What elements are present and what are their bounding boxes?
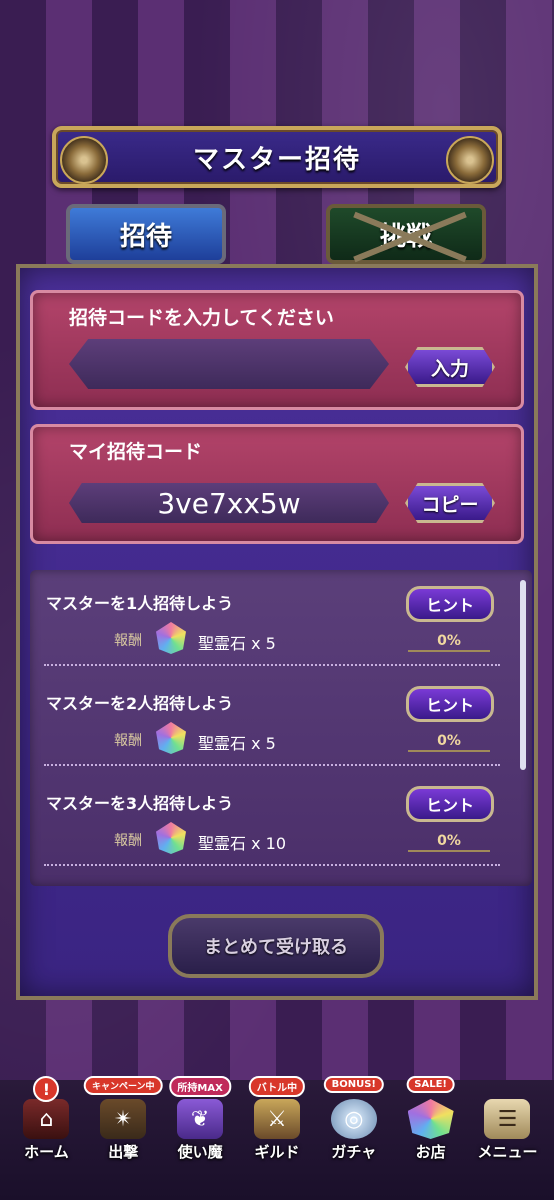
mission-title: マスターを3人招待しよう (46, 794, 234, 813)
nav-familiar[interactable]: 所持MAX ❦ 使い魔 (165, 1076, 235, 1162)
nav-label: メニュー (477, 1143, 538, 1161)
familiar-icon: ❦ (177, 1099, 224, 1139)
rose-ornament-icon (60, 136, 108, 184)
mission-title: マスターを1人招待しよう (46, 594, 234, 613)
campaign-badge: キャンペーン中 (83, 1076, 163, 1095)
nav-label: 使い魔 (177, 1143, 223, 1161)
page-title: マスター招待 (192, 144, 361, 175)
invite-code-label: 招待コードを入力してください (69, 307, 334, 329)
invite-code-box: 招待コードを入力してください 入力 (30, 290, 524, 410)
my-code-box: マイ招待コード 3ve7xx5w コピー (30, 424, 524, 544)
shop-icon (407, 1099, 454, 1139)
reward-label: 報酬 (114, 633, 142, 649)
divider (44, 764, 500, 766)
guild-icon: ⚔ (253, 1099, 300, 1139)
home-icon: ⌂ (23, 1099, 70, 1139)
progress-value: 0% (408, 632, 490, 652)
spirit-stone-icon (156, 622, 186, 654)
nav-label: ギルド (254, 1143, 300, 1161)
bonus-badge: BONUS! (323, 1076, 384, 1093)
spirit-stone-icon (156, 722, 186, 754)
rose-ornament-icon (446, 136, 494, 184)
nav-guild[interactable]: バトル中 ⚔ ギルド (242, 1076, 312, 1162)
list-item: マスターを3人招待しよう 報酬 聖霊石 x 10 ヒント 0% (44, 770, 500, 866)
nav-shop[interactable]: SALE! お店 (396, 1076, 466, 1162)
progress-value: 0% (408, 732, 490, 752)
book-icon: ✴ (100, 1099, 147, 1139)
collect-all-button[interactable]: まとめて受け取る (168, 914, 384, 978)
nav-home[interactable]: ! ⌂ ホーム (11, 1076, 81, 1162)
nav-label: お店 (415, 1143, 446, 1161)
list-item: マスターを1人招待しよう 報酬 聖霊石 x 5 ヒント 0% (44, 570, 500, 666)
divider (44, 664, 500, 666)
progress-value: 0% (408, 832, 490, 852)
reward-label: 報酬 (114, 833, 142, 849)
nav-sortie[interactable]: キャンペーン中 ✴ 出撃 (83, 1076, 163, 1162)
copy-button[interactable]: コピー (405, 483, 495, 523)
alert-badge: ! (33, 1076, 60, 1102)
hint-button[interactable]: ヒント (406, 786, 494, 822)
reward-label: 報酬 (114, 733, 142, 749)
scrollbar[interactable] (520, 580, 526, 770)
mission-title: マスターを2人招待しよう (46, 694, 234, 713)
gacha-icon: ◎ (330, 1099, 377, 1139)
list-item: マスターを2人招待しよう 報酬 聖霊石 x 5 ヒント 0% (44, 670, 500, 766)
mission-list[interactable]: マスターを1人招待しよう 報酬 聖霊石 x 5 ヒント 0% マスターを2人招待… (30, 570, 532, 886)
max-badge: 所持MAX (169, 1076, 231, 1097)
reward-text: 聖霊石 x 5 (198, 634, 276, 653)
reward-text: 聖霊石 x 5 (198, 734, 276, 753)
enter-button[interactable]: 入力 (405, 347, 495, 387)
my-code-value: 3ve7xx5w (69, 483, 389, 523)
my-code-label: マイ招待コード (69, 441, 203, 463)
divider (44, 864, 500, 866)
hint-button[interactable]: ヒント (406, 586, 494, 622)
reward-text: 聖霊石 x 10 (198, 834, 287, 853)
nav-menu[interactable]: ☰ メニュー (472, 1082, 542, 1162)
menu-icon: ☰ (484, 1099, 531, 1139)
tab-challenge[interactable]: 挑戦 (326, 204, 486, 264)
nav-label: ガチャ (331, 1143, 377, 1161)
nav-label: 出撃 (108, 1143, 139, 1161)
nav-label: ホーム (24, 1143, 69, 1161)
spirit-stone-icon (156, 822, 186, 854)
invite-code-input[interactable] (69, 339, 389, 389)
tab-invite[interactable]: 招待 (66, 204, 226, 264)
hint-button[interactable]: ヒント (406, 686, 494, 722)
battle-badge: バトル中 (248, 1076, 306, 1097)
nav-gacha[interactable]: BONUS! ◎ ガチャ (319, 1076, 389, 1162)
page-title-plate: マスター招待 (52, 126, 502, 188)
sale-badge: SALE! (406, 1076, 455, 1093)
bottom-nav: ! ⌂ ホーム キャンペーン中 ✴ 出撃 所持MAX ❦ 使い魔 バトル中 ⚔ … (0, 1076, 554, 1200)
